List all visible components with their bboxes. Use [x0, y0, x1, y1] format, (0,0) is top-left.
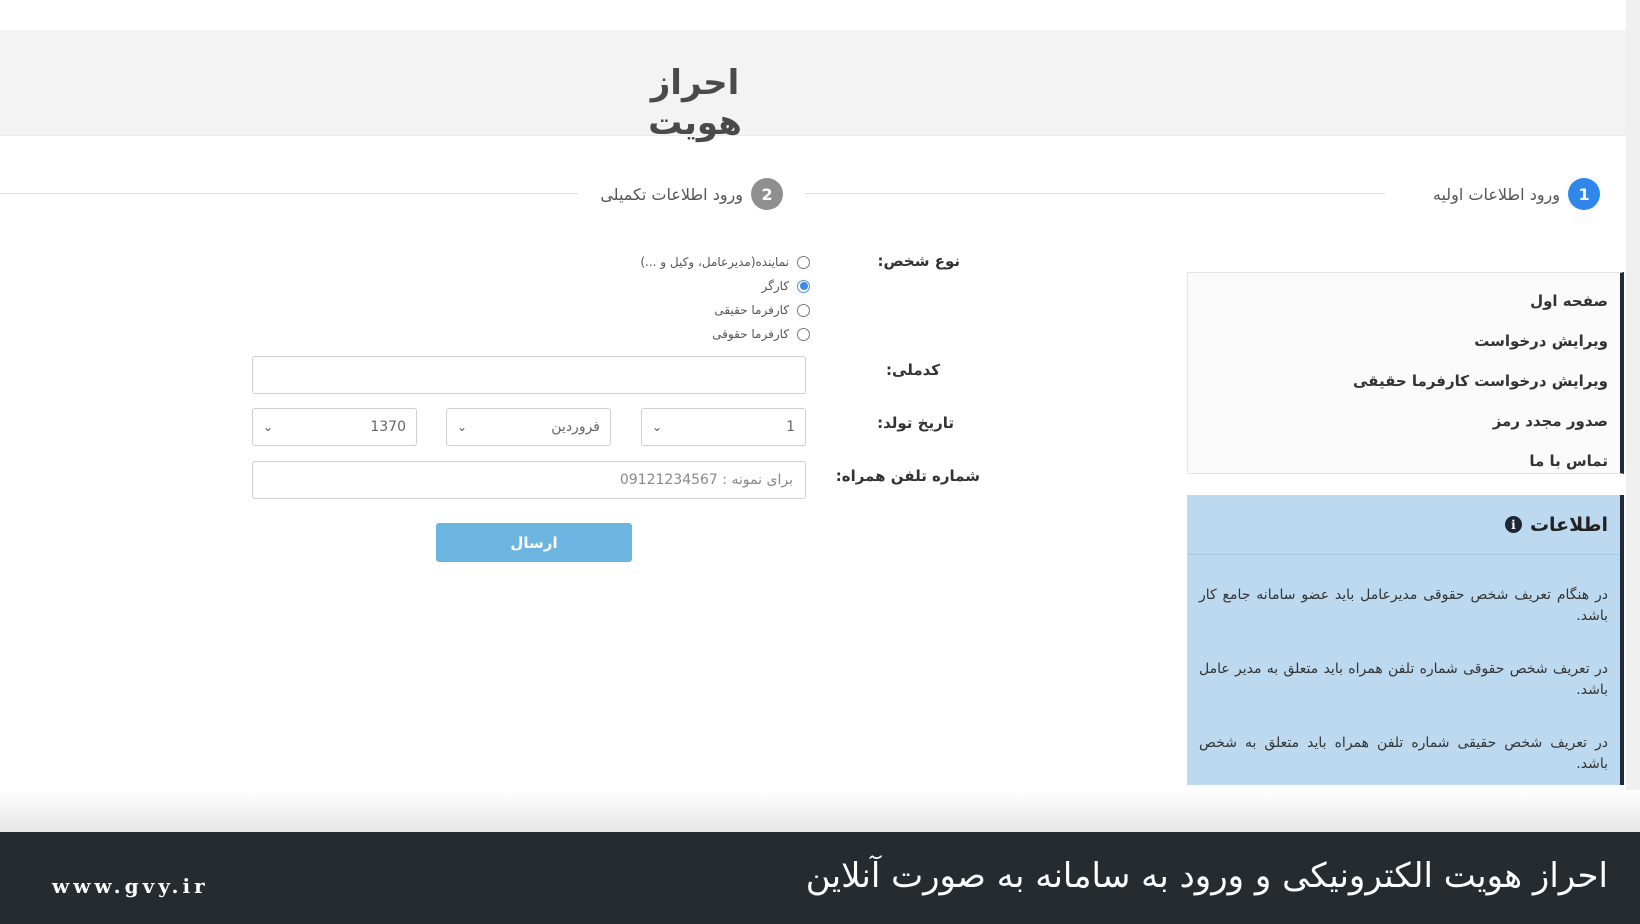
- info-body: در هنگام تعریف شخص حقوقی مدیرعامل باید ع…: [1187, 585, 1620, 775]
- info-paragraph: در تعریف شخص حقوقی شماره تلفن همراه باید…: [1199, 661, 1608, 698]
- side-menu-item-edit-request[interactable]: ویرایش درخواست: [1188, 321, 1620, 361]
- birth-day-value: 1: [786, 419, 795, 435]
- radio-option-worker[interactable]: کارگر: [600, 274, 810, 298]
- step-1: 1 ورود اطلاعات اولیه: [1433, 177, 1600, 211]
- mobile-input[interactable]: [252, 461, 806, 499]
- radio-label: کارفرما حقیقی: [714, 303, 789, 317]
- side-menu-item-home[interactable]: صفحه اول: [1188, 281, 1620, 321]
- radio-button[interactable]: [797, 327, 810, 341]
- national-code-label: کدملی:: [886, 361, 940, 379]
- info-title: اطلاعات: [1529, 513, 1608, 536]
- birth-month-value: فروردین: [551, 419, 600, 435]
- radio-label: کارفرما حقوقی: [712, 327, 789, 341]
- stepper-line: [0, 193, 578, 194]
- chevron-down-icon: ⌄: [652, 420, 663, 434]
- page-header: [0, 30, 1626, 136]
- fade-overlay: [0, 790, 1640, 832]
- info-paragraph: در هنگام تعریف شخص حقوقی مدیرعامل باید ع…: [1199, 587, 1608, 624]
- radio-button[interactable]: [797, 303, 810, 317]
- step-2: 2 ورود اطلاعات تکمیلی: [600, 177, 783, 211]
- info-icon: i: [1504, 516, 1522, 533]
- birth-month-select[interactable]: ⌄ فروردین: [446, 408, 611, 446]
- radio-button-checked[interactable]: [797, 279, 810, 293]
- person-type-radio-group: نماینده(مدیرعامل، وکیل و ...) کارگر کارف…: [600, 250, 810, 346]
- radio-button[interactable]: [797, 255, 810, 269]
- scrollbar-track[interactable]: [1626, 0, 1640, 832]
- chevron-down-icon: ⌄: [263, 420, 274, 434]
- side-menu-item-edit-employer-request[interactable]: ویرایش درخواست کارفرما حقیقی: [1188, 361, 1620, 401]
- radio-option-representative[interactable]: نماینده(مدیرعامل، وکیل و ...): [600, 250, 810, 274]
- birth-year-select[interactable]: ⌄ 1370: [252, 408, 417, 446]
- side-menu: صفحه اول ویرایش درخواست ویرایش درخواست ک…: [1187, 272, 1624, 474]
- caption-site: www.gvy.ir: [52, 874, 209, 898]
- info-paragraph: در تعریف شخص حقیقی شماره تلفن همراه باید…: [1199, 735, 1608, 772]
- info-header: اطلاعات i: [1187, 495, 1620, 555]
- info-panel: اطلاعات i در هنگام تعریف شخص حقوقی مدیرع…: [1187, 495, 1624, 785]
- chevron-down-icon: ⌄: [457, 420, 468, 434]
- step-1-label: ورود اطلاعات اولیه: [1432, 184, 1560, 204]
- step-2-label: ورود اطلاعات تکمیلی: [600, 184, 743, 204]
- birth-day-select[interactable]: ⌄ 1: [641, 408, 806, 446]
- person-type-label: نوع شخص:: [877, 252, 960, 270]
- mobile-label: شماره تلفن همراه:: [835, 467, 980, 485]
- submit-button[interactable]: ارسال: [436, 523, 632, 562]
- side-menu-item-reissue-password[interactable]: صدور مجدد رمز: [1188, 401, 1620, 441]
- stepper-line: [805, 193, 1385, 194]
- national-code-input[interactable]: [252, 356, 806, 394]
- radio-option-legal-employer[interactable]: کارفرما حقوقی: [600, 322, 810, 346]
- radio-label: کارگر: [761, 279, 790, 293]
- caption-text: احراز هویت الکترونیکی و ورود به سامانه ب…: [805, 856, 1608, 896]
- step-2-number: 2: [751, 178, 783, 210]
- side-menu-item-contact[interactable]: تماس با ما: [1188, 441, 1620, 481]
- birth-date-label: تاریخ تولد:: [877, 414, 954, 432]
- page-title: احراز هویت: [648, 63, 742, 143]
- radio-option-natural-employer[interactable]: کارفرما حقیقی: [600, 298, 810, 322]
- birth-year-value: 1370: [370, 419, 406, 435]
- radio-label: نماینده(مدیرعامل، وکیل و ...): [640, 255, 789, 269]
- step-1-number: 1: [1568, 178, 1600, 210]
